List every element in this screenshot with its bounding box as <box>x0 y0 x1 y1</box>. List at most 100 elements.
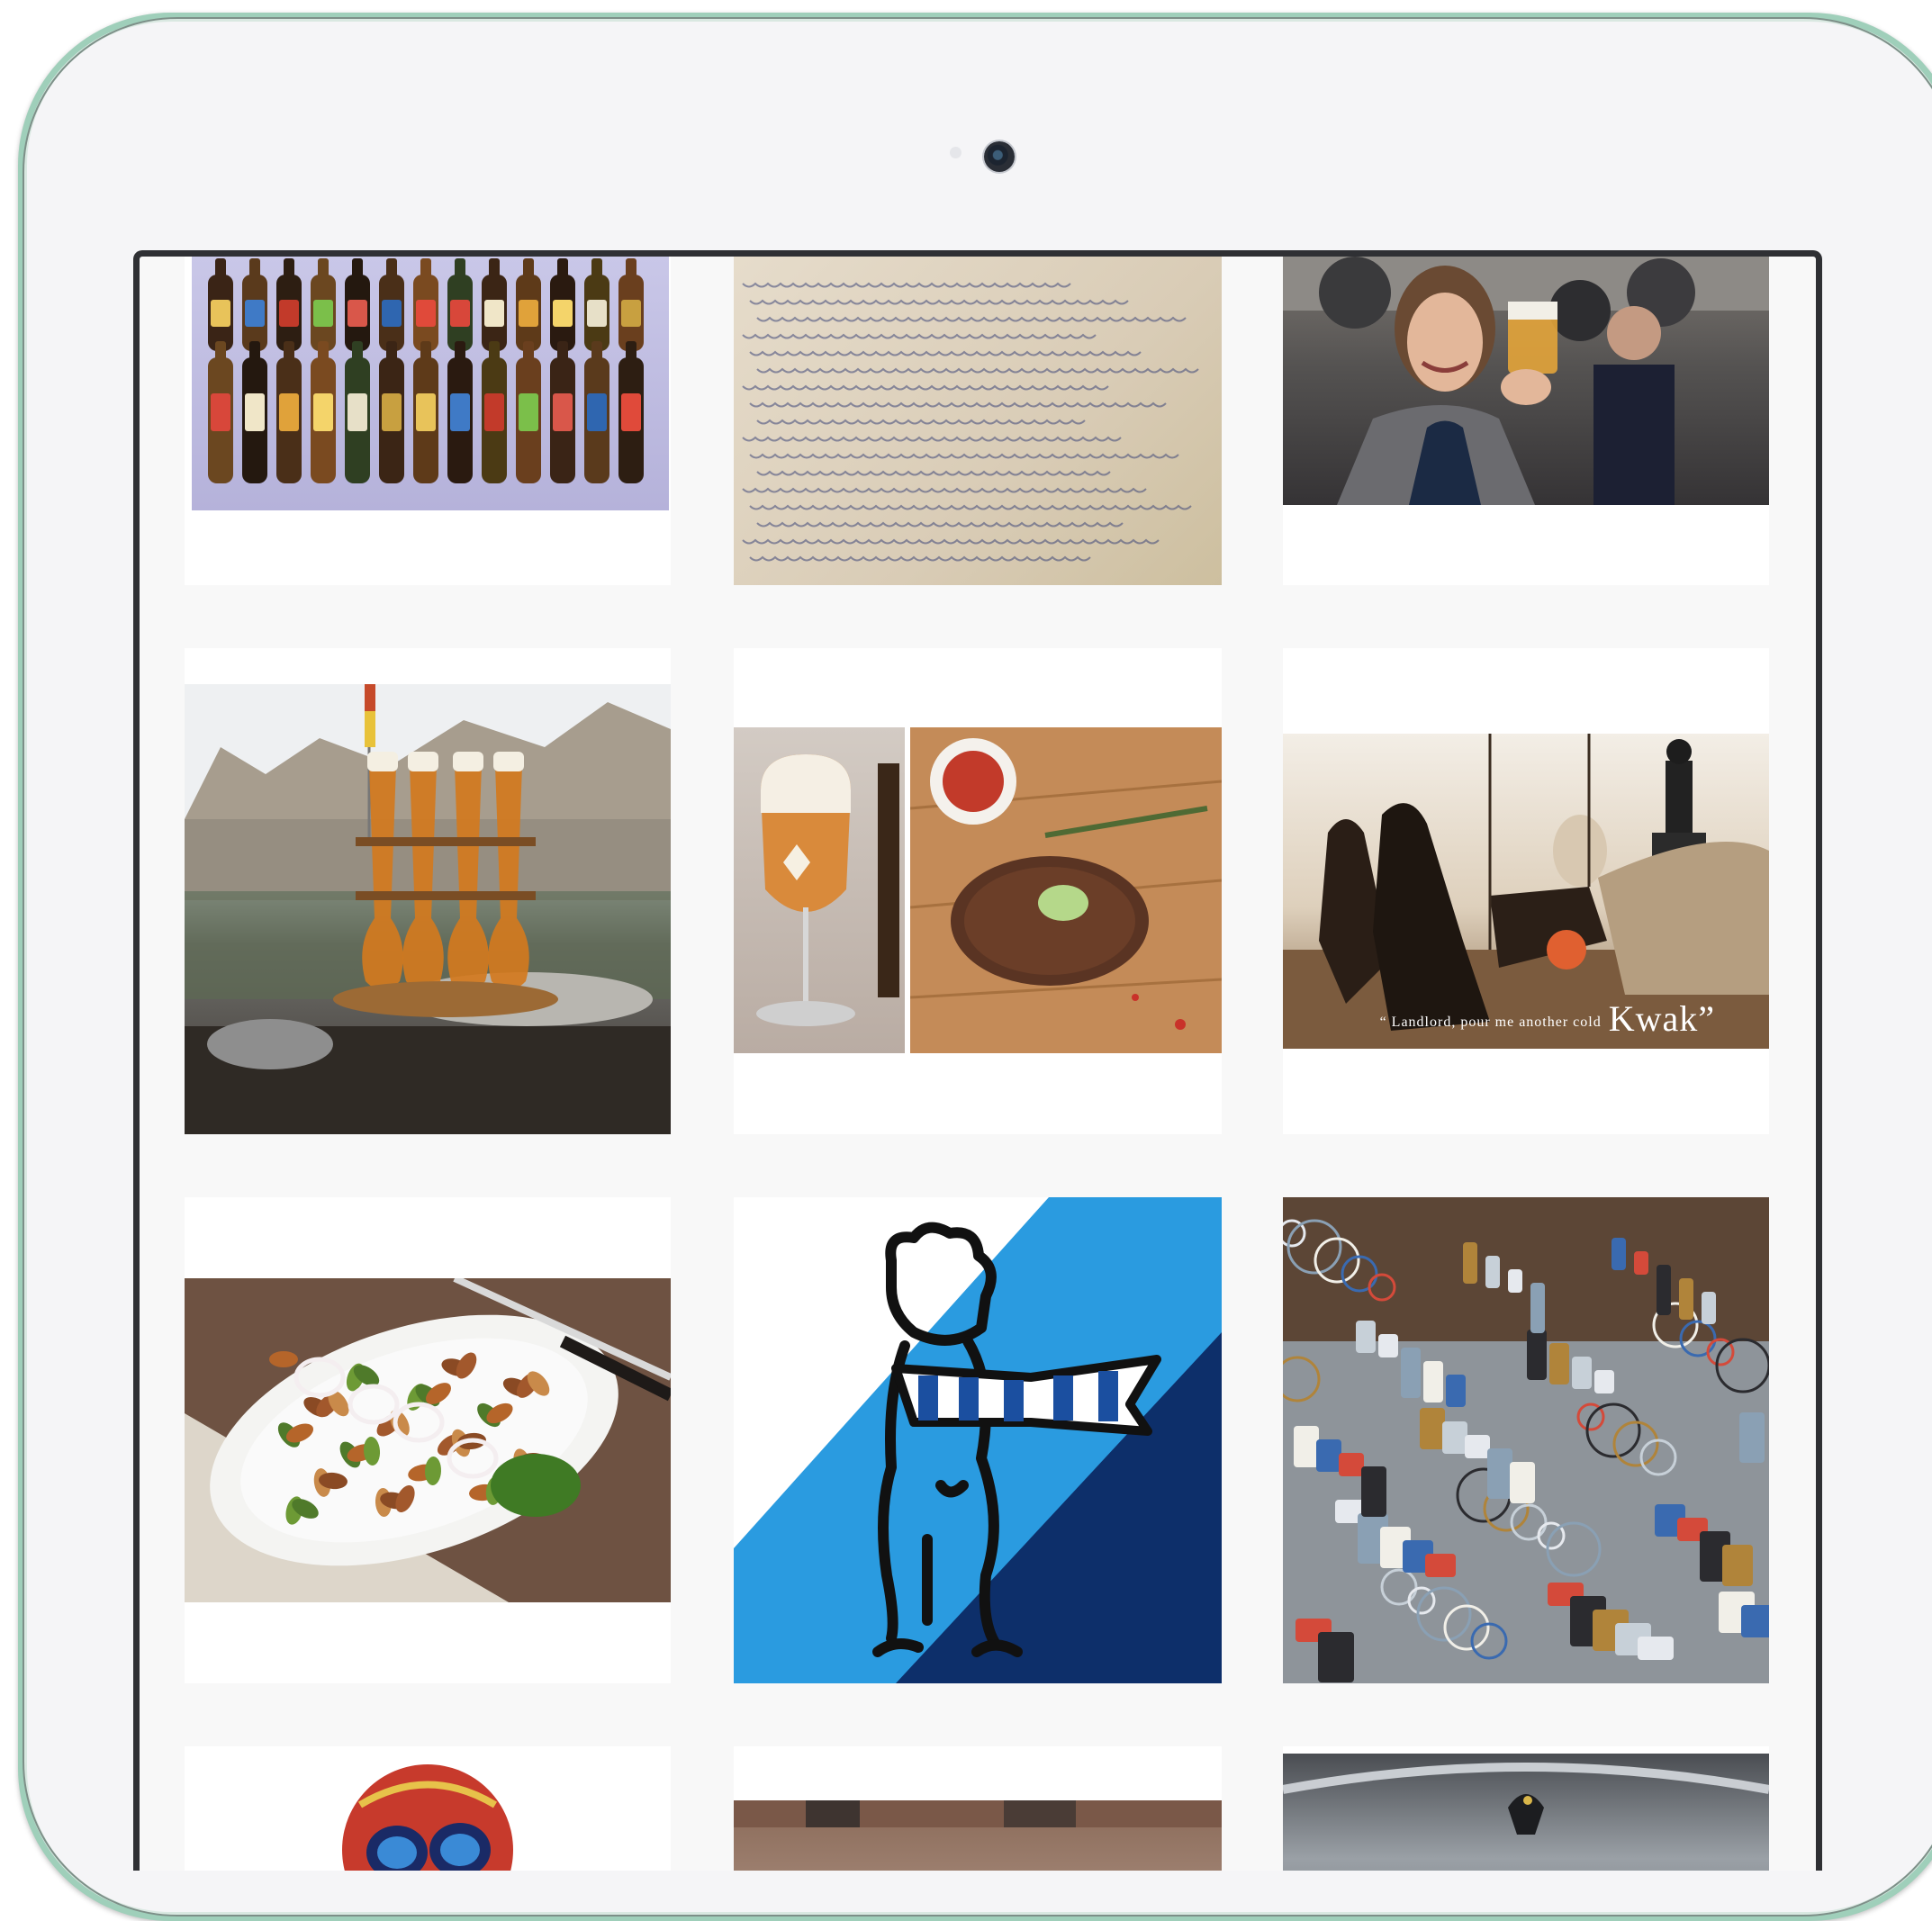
market-item <box>1702 1292 1716 1324</box>
market-item <box>1485 1256 1500 1288</box>
zenit-graphic <box>734 1197 1222 1683</box>
bottle-label <box>621 393 641 431</box>
handwriting-stroke <box>749 453 1179 459</box>
market-item <box>1442 1421 1467 1454</box>
handwriting-stroke <box>742 436 1122 442</box>
salad-photo <box>185 1278 671 1602</box>
boy-with-scarf-illustration <box>734 1197 1222 1683</box>
beer-foam <box>493 752 524 771</box>
gallery-tile-beer-and-steak[interactable] <box>734 648 1222 1134</box>
beer-foam <box>453 752 483 771</box>
market-item <box>1318 1632 1354 1682</box>
bottle-label <box>416 393 436 431</box>
woman-graphic <box>1283 257 1769 505</box>
gallery-tile-world-cup-ball[interactable] <box>185 1746 671 1871</box>
bottle-label <box>313 393 333 431</box>
bottle-label <box>416 300 436 327</box>
bottle-label <box>382 393 402 431</box>
beer-foam <box>367 752 398 771</box>
tripel-graphic <box>756 754 899 1026</box>
market-item <box>1361 1466 1386 1517</box>
bottle-label <box>245 300 265 327</box>
kwak-caption: “ Landlord, pour me another cold Kwak” <box>1380 997 1715 1040</box>
handwriting-graphic <box>742 282 1199 562</box>
flea-market-photo <box>1283 1197 1769 1683</box>
market-item <box>1722 1545 1753 1586</box>
statue-graphic <box>1283 1763 1769 1835</box>
kwak-caption-small: “ Landlord, pour me another cold <box>1379 1014 1602 1030</box>
handwritten-letter-photo <box>734 257 1222 585</box>
gallery-tile-beer-bottles[interactable] <box>185 257 671 585</box>
market-item <box>1679 1278 1693 1320</box>
bottle-label <box>519 393 538 431</box>
woman-with-beer-photo <box>1283 257 1769 505</box>
market-item <box>1510 1462 1535 1503</box>
market-item <box>1594 1370 1614 1393</box>
handwriting-stroke <box>749 299 1129 305</box>
tripel-beer-photo <box>734 727 905 1053</box>
handwriting-stroke <box>749 504 1192 510</box>
bottle-label <box>382 300 402 327</box>
bottle-label <box>621 300 641 327</box>
market-item <box>1741 1605 1769 1637</box>
glass-stand-base <box>333 981 558 1017</box>
statue-fountain-photo <box>1283 1754 1769 1871</box>
handwriting-stroke <box>756 521 1124 528</box>
bottle-label <box>519 300 538 327</box>
parsley <box>491 1454 581 1517</box>
bottle-label <box>587 393 607 431</box>
handwriting-stroke <box>756 470 1111 476</box>
handwriting-stroke <box>756 367 1199 374</box>
steak-graphic <box>910 727 1222 1053</box>
world-cup-ball-photo <box>185 1746 671 1871</box>
gallery-tile-boy-illustration[interactable] <box>734 1197 1222 1683</box>
market-item <box>1425 1554 1456 1577</box>
bottle-label <box>211 393 230 431</box>
steak-photo <box>910 727 1222 1053</box>
bottle-label <box>587 300 607 327</box>
gallery-tile-city-street[interactable] <box>734 1746 1222 1871</box>
bottle-label <box>245 393 265 431</box>
kwak-caption-large: Kwak” <box>1608 998 1715 1039</box>
handwriting-stroke <box>749 350 1142 356</box>
market-item <box>1446 1375 1466 1407</box>
bottle-label <box>313 300 333 327</box>
bottle-label <box>211 300 230 327</box>
market-item <box>1339 1453 1364 1476</box>
market-item <box>1634 1251 1648 1275</box>
market-item <box>1549 1343 1569 1384</box>
bottle-label <box>484 300 504 327</box>
market-item <box>1356 1321 1376 1353</box>
beer-bottles-photo <box>192 257 669 510</box>
gallery-tile-kwak-horses[interactable]: “ Landlord, pour me another cold Kwak” <box>1283 648 1769 1134</box>
glass-rack <box>356 891 536 900</box>
salad-piece <box>269 1351 298 1367</box>
sensor-dot <box>950 147 961 158</box>
kwak-horses-photo: “ Landlord, pour me another cold Kwak” <box>1283 734 1769 1049</box>
bottle-label <box>450 393 470 431</box>
handwriting-stroke <box>756 419 1086 425</box>
tablet-screen: “ Landlord, pour me another cold Kwak” <box>133 250 1822 1871</box>
gallery-tile-salad[interactable] <box>185 1197 671 1683</box>
market-item <box>1294 1426 1319 1467</box>
handwriting-stroke <box>749 401 1167 408</box>
gallery-tile-flea-market[interactable] <box>1283 1197 1769 1683</box>
bottle-label <box>553 300 573 327</box>
handwriting-stroke <box>742 333 1097 339</box>
market-item <box>1487 1448 1512 1499</box>
handwriting-stroke <box>742 487 1147 493</box>
handwriting-stroke <box>756 316 1187 322</box>
market-item <box>1657 1265 1671 1315</box>
gallery-tile-statue-fountain[interactable] <box>1283 1746 1769 1871</box>
bottles-graphic <box>208 258 644 483</box>
gallery-tile-woman-with-beer[interactable] <box>1283 257 1769 585</box>
handwriting-stroke <box>742 384 1109 391</box>
gallery-tile-beer-on-square[interactable] <box>185 648 671 1134</box>
market-item <box>1465 1435 1490 1458</box>
handwriting-stroke <box>749 555 1091 562</box>
market-item <box>1463 1242 1477 1284</box>
market-item <box>1420 1408 1445 1449</box>
market-item <box>1638 1637 1674 1660</box>
gallery-tile-handwritten-letter[interactable] <box>734 257 1222 585</box>
bottle-label <box>348 393 367 431</box>
